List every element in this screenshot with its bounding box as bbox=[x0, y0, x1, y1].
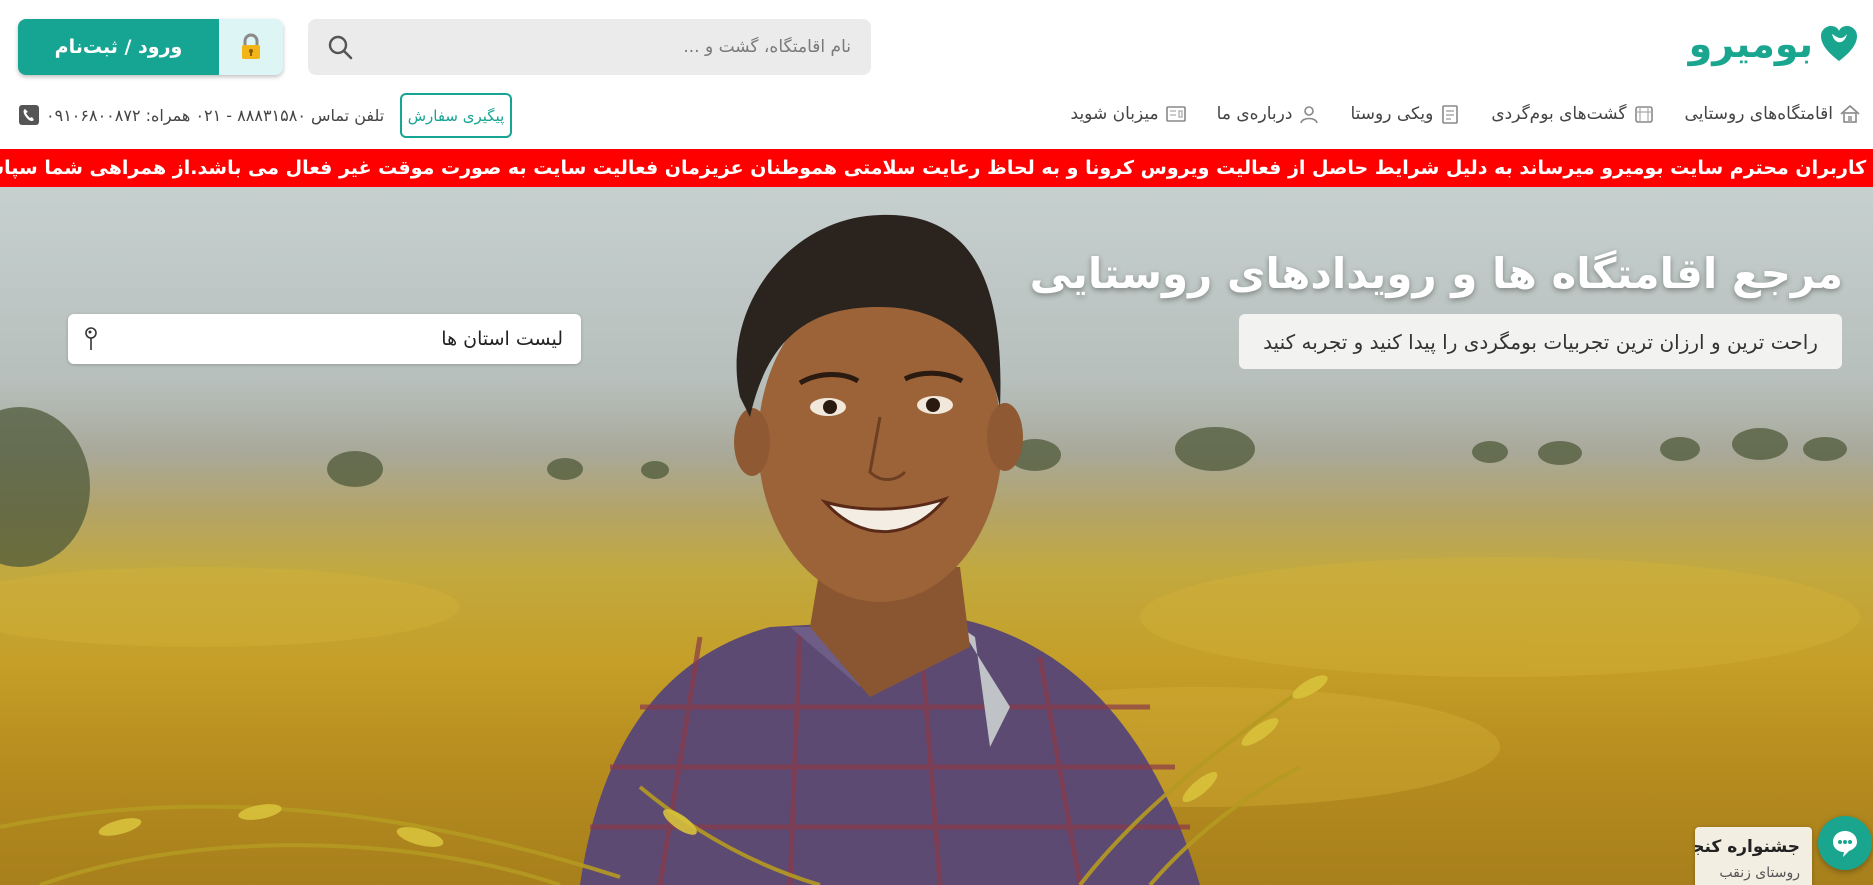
nav-item-tours[interactable]: گشت‌های بوم‌گردی bbox=[1491, 103, 1654, 125]
nav-item-become-host[interactable]: میزبان شوید bbox=[1071, 103, 1187, 125]
map-pin-icon bbox=[85, 327, 97, 350]
about-icon bbox=[1300, 106, 1319, 124]
nav-label: گشت‌های بوم‌گردی bbox=[1491, 104, 1627, 124]
hero-subtitle: راحت ترین و ارزان ترین تجربیات بومگردی ر… bbox=[1239, 314, 1842, 369]
host-icon bbox=[1165, 106, 1186, 122]
page: بومیرو ورود / ثبت‌نام bbox=[0, 0, 1873, 885]
province-list-select[interactable]: لیست استان ها bbox=[68, 314, 581, 364]
wiki-icon bbox=[1442, 105, 1459, 124]
contact-info: تلفن تماس ۸۸۸۳۱۵۸۰ - ۰۲۱ همراه: ۰۹۱۰۶۸۰۰… bbox=[18, 103, 384, 127]
hero-title: مرجع اقامتگاه ها و رویدادهای روستایی bbox=[1029, 249, 1843, 298]
chat-button[interactable] bbox=[1818, 816, 1872, 870]
lock-icon-box bbox=[219, 19, 283, 75]
nav-item-wiki[interactable]: ویکی روستا bbox=[1350, 103, 1461, 125]
festival-card[interactable]: جشنواره کنجد روستای زنقب bbox=[1695, 827, 1812, 885]
logo-text: بومیرو bbox=[1688, 22, 1814, 66]
nav-item-accommodations[interactable]: اقامتگاه‌های روستایی bbox=[1685, 103, 1861, 125]
logo-heart-icon bbox=[1821, 26, 1857, 61]
nav-label: اقامتگاه‌های روستایی bbox=[1684, 104, 1833, 124]
nav-label: میزبان شوید bbox=[1070, 104, 1159, 124]
login-label: ورود / ثبت‌نام bbox=[18, 19, 219, 75]
search-bar bbox=[308, 19, 871, 75]
festival-subtitle: روستای زنقب bbox=[1719, 865, 1800, 881]
top-header: بومیرو ورود / ثبت‌نام bbox=[0, 0, 1873, 90]
track-order-button[interactable]: پیگیری سفارش bbox=[400, 93, 512, 138]
chat-icon bbox=[1833, 831, 1857, 857]
nav-item-about[interactable]: درباره‌ی ما bbox=[1217, 103, 1321, 125]
search-icon bbox=[328, 35, 353, 60]
covid-notice-banner: به اطلاع کاربران محترم سایت بومیرو میرسا… bbox=[0, 149, 1873, 187]
contact-text: تلفن تماس ۸۸۸۳۱۵۸۰ - ۰۲۱ همراه: ۰۹۱۰۶۸۰۰… bbox=[46, 105, 385, 125]
phone-icon bbox=[19, 105, 39, 125]
login-button[interactable]: ورود / ثبت‌نام bbox=[18, 19, 283, 75]
nav-label: ویکی روستا bbox=[1350, 104, 1434, 124]
province-select-label: لیست استان ها bbox=[441, 328, 563, 350]
festival-title: جشنواره کنجد bbox=[1695, 837, 1800, 857]
house-icon bbox=[1840, 104, 1860, 123]
search-input[interactable] bbox=[372, 19, 871, 75]
search-button[interactable] bbox=[308, 19, 372, 75]
nav-label: درباره‌ی ما bbox=[1216, 104, 1293, 124]
lock-icon bbox=[242, 33, 260, 59]
tour-icon bbox=[1634, 106, 1653, 123]
main-nav: اقامتگاه‌های روستایی گشت‌های بوم‌گردی وی… bbox=[1071, 90, 1861, 138]
hero-section: مرجع اقامتگاه ها و رویدادهای روستایی راح… bbox=[0, 187, 1873, 885]
logo[interactable]: بومیرو bbox=[1689, 22, 1859, 66]
